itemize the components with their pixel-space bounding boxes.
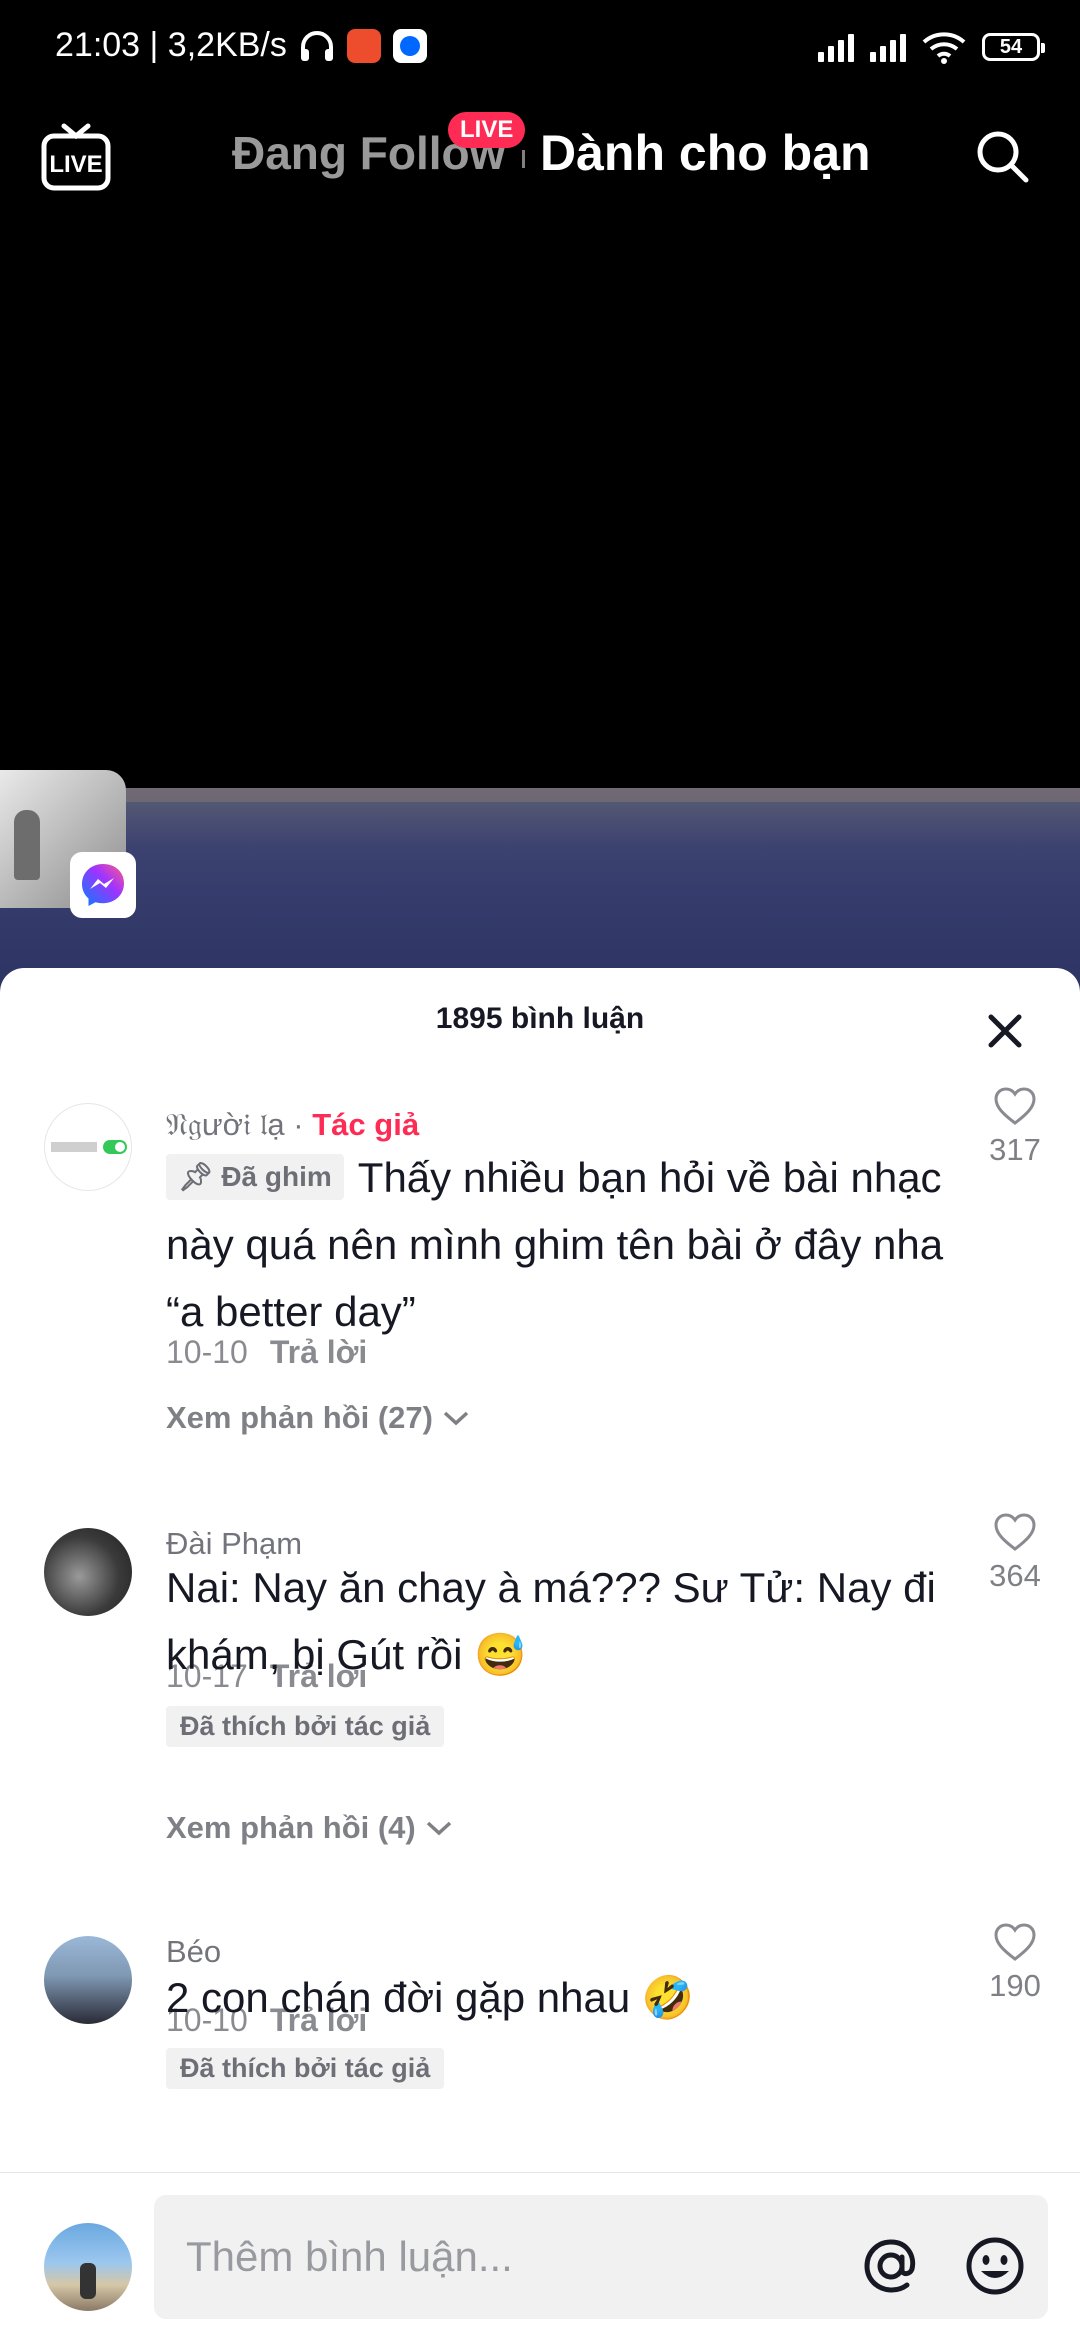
- search-icon[interactable]: [974, 128, 1030, 184]
- like-button[interactable]: 190: [975, 1922, 1055, 2004]
- status-time: 21:03 | 3,2KB/s: [55, 26, 287, 64]
- signal-icon: [818, 32, 854, 62]
- shopee-icon: [346, 28, 381, 63]
- comments-sheet: 1895 bình luận 𝔑𝔤ườ𝔦 𝔩ạ · Tác giả 📌︎ Đã …: [0, 968, 1080, 2340]
- chevron-down-icon: [443, 1411, 469, 1426]
- like-count: 190: [989, 1968, 1041, 2003]
- video-frame[interactable]: [0, 788, 1080, 988]
- zalo-icon: [392, 28, 427, 63]
- like-button[interactable]: 317: [975, 1086, 1055, 1168]
- emoji-icon[interactable]: [962, 2233, 1028, 2299]
- signal-icon-2: [870, 32, 906, 62]
- comment-date: 10-10: [166, 1334, 248, 1370]
- pinned-tag: 📌︎ Đã ghim: [166, 1153, 344, 1200]
- avatar[interactable]: [44, 1528, 132, 1616]
- separator-dot: ·: [293, 1107, 304, 1142]
- comment-date: 10-10: [166, 2002, 248, 2038]
- liked-by-author-tag: Đã thích bởi tác giả: [166, 2048, 445, 2089]
- heart-icon: [994, 1923, 1036, 1961]
- live-label: LIVE: [49, 151, 102, 178]
- heart-icon: [994, 1513, 1036, 1551]
- comment-input-bar: Thêm bình luận...: [0, 2172, 1080, 2341]
- comments-count-title: 1895 bình luận: [435, 1002, 645, 1035]
- live-badge: LIVE: [448, 112, 526, 148]
- mention-icon[interactable]: [858, 2233, 924, 2299]
- pin-icon: 📌︎: [178, 1160, 214, 1192]
- liked-by-author-tag: Đã thích bởi tác giả: [166, 1706, 445, 1747]
- battery-indicator: 54: [982, 33, 1045, 61]
- comment-input-placeholder: Thêm bình luận...: [186, 2233, 513, 2280]
- author-tag: Tác giả: [312, 1107, 420, 1142]
- like-count: 364: [989, 1558, 1041, 1593]
- view-replies-label: Xem phản hồi (27): [166, 1400, 433, 1435]
- reply-button[interactable]: Trả lời: [270, 1334, 367, 1370]
- avatar[interactable]: [44, 1103, 132, 1191]
- pinned-label: Đã ghim: [221, 1160, 332, 1192]
- reply-button[interactable]: Trả lời: [270, 2002, 367, 2038]
- messenger-icon: [82, 864, 124, 906]
- current-user-avatar[interactable]: [44, 2223, 132, 2311]
- heart-icon: [994, 1087, 1036, 1125]
- tab-for-you[interactable]: Dành cho bạn: [540, 124, 871, 182]
- avatar-toggle-image: [51, 1140, 127, 1154]
- wifi-icon: [922, 32, 966, 64]
- view-replies-button[interactable]: Xem phản hồi (27): [166, 1400, 471, 1436]
- view-replies-button[interactable]: Xem phản hồi (4): [166, 1810, 454, 1846]
- comment-date: 10-17: [166, 1658, 248, 1694]
- view-replies-label: Xem phản hồi (4): [166, 1810, 416, 1845]
- headphones-icon: [300, 30, 333, 61]
- comment-input[interactable]: Thêm bình luận...: [154, 2195, 1048, 2319]
- close-icon[interactable]: [986, 1012, 1024, 1050]
- avatar[interactable]: [44, 1936, 132, 2024]
- messenger-share-button[interactable]: [70, 852, 136, 918]
- top-nav: LIVE Đang Follow LIVE Dành cho bạn: [0, 100, 1080, 210]
- chevron-down-icon: [426, 1821, 451, 1836]
- comment-text: 📌︎ Đã ghim Thấy nhiều bạn hỏi về bài nhạc…: [166, 1144, 946, 1345]
- status-bar: 21:03 | 3,2KB/s 54: [0, 0, 1080, 96]
- like-button[interactable]: 364: [975, 1512, 1055, 1594]
- reply-button[interactable]: Trả lời: [270, 1658, 367, 1694]
- like-count: 317: [989, 1132, 1041, 1167]
- live-tv-icon[interactable]: LIVE: [40, 120, 112, 192]
- username[interactable]: 𝔑𝔤ườ𝔦 𝔩ạ: [166, 1107, 285, 1142]
- nav-divider: [522, 150, 525, 168]
